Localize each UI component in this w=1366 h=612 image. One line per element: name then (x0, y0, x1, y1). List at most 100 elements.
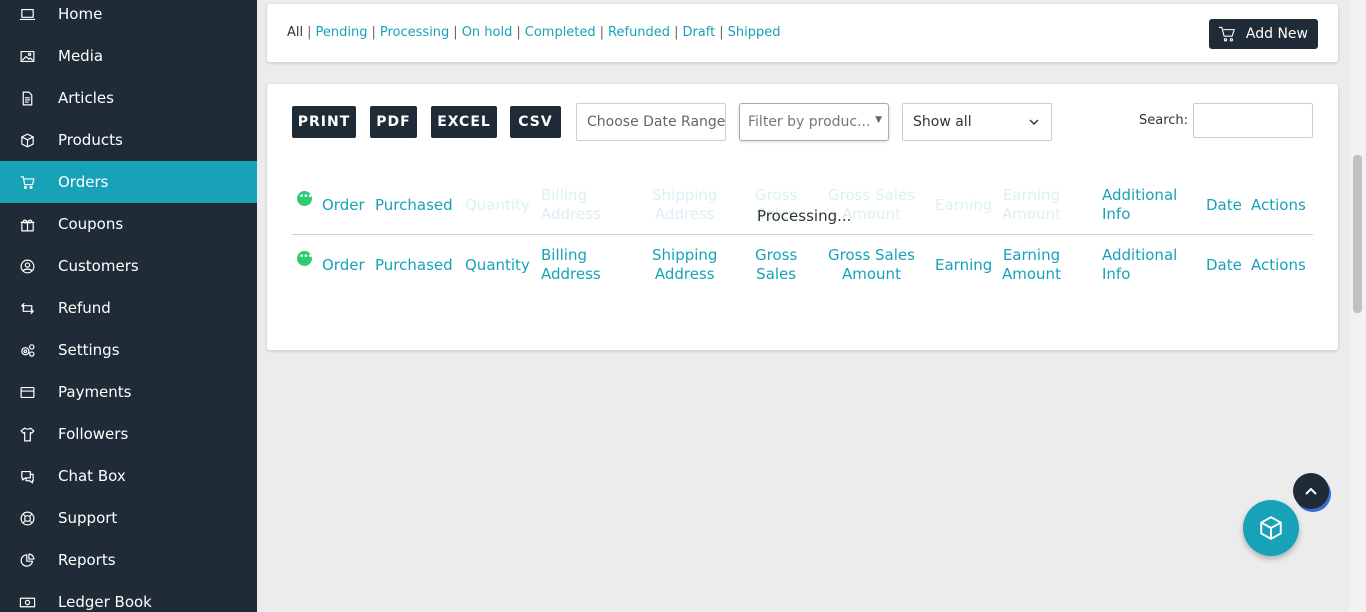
header-text: Billing (541, 246, 587, 264)
sidebar-item-support[interactable]: Support (0, 497, 257, 539)
separator: | (516, 25, 521, 40)
sidebar-item-media[interactable]: Media (0, 35, 257, 77)
show-all-select[interactable]: Show all (902, 103, 1052, 141)
status-link-pending[interactable]: Pending (316, 25, 368, 40)
sidebar-item-label: Ledger Book (58, 593, 152, 611)
header-text: Amount (1002, 205, 1061, 223)
status-filter-links: All | Pending | Processing | On hold | Completed… (287, 25, 780, 40)
column-purchased[interactable]: Purchased (375, 256, 453, 275)
column-shipping-address[interactable]: Shipping Address (652, 246, 717, 284)
search-label: Search: (1139, 113, 1189, 128)
column-earning[interactable]: Earning (935, 256, 992, 275)
column-additional-info[interactable]: Additional Info (1102, 246, 1177, 284)
scrollbar-thumb[interactable] (1353, 155, 1362, 313)
sidebar-item-customers[interactable]: Customers (0, 245, 257, 287)
sidebar-item-label: Home (58, 5, 103, 23)
column-order[interactable]: Order (322, 256, 365, 275)
header-text: Amount (842, 265, 901, 283)
header-text: Earning (1002, 186, 1061, 204)
separator: | (599, 25, 605, 40)
column-shipping-address[interactable]: Shipping Address (652, 186, 717, 224)
column-billing-address[interactable]: Billing Address (541, 246, 601, 284)
header-text: Address (654, 265, 715, 283)
product-filter-placeholder: Filter by produc... (748, 114, 871, 130)
column-actions[interactable]: Actions (1251, 196, 1306, 215)
credit-card-icon (18, 383, 36, 401)
column-gross-sales-amount[interactable]: Gross Sales Amount (828, 246, 915, 284)
sidebar-item-label: Chat Box (58, 467, 126, 485)
sidebar-item-label: Articles (58, 89, 114, 107)
column-earning-amount[interactable]: Earning Amount (1002, 186, 1061, 224)
expand-icon (297, 248, 312, 274)
date-range-input[interactable]: Choose Date Range (576, 103, 726, 141)
sidebar-item-label: Payments (58, 383, 132, 401)
status-link-processing[interactable]: Processing (380, 25, 449, 40)
cube-icon (1260, 516, 1282, 540)
sidebar-item-label: Settings (58, 341, 120, 359)
pdf-button[interactable]: PDF (370, 106, 417, 138)
column-earning[interactable]: Earning (935, 196, 992, 215)
sidebar-item-reports[interactable]: Reports (0, 539, 257, 581)
column-date[interactable]: Date (1206, 256, 1242, 275)
processing-indicator: Processing... (757, 207, 852, 225)
header-text: Sales (756, 265, 797, 283)
header-text: Gross Sales (828, 246, 915, 264)
cart-icon (18, 173, 36, 191)
column-order[interactable]: Order (322, 196, 365, 215)
sidebar-item-coupons[interactable]: Coupons (0, 203, 257, 245)
status-link-refunded[interactable]: Refunded (608, 25, 670, 40)
status-link-draft[interactable]: Draft (682, 25, 715, 40)
pie-chart-icon (18, 551, 36, 569)
sidebar-item-label: Support (58, 509, 118, 527)
column-quantity[interactable]: Quantity (465, 256, 530, 275)
column-actions[interactable]: Actions (1251, 256, 1306, 275)
header-text: Additional (1102, 186, 1178, 204)
back-to-top-button[interactable] (1293, 473, 1329, 509)
sidebar-item-followers[interactable]: Followers (0, 413, 257, 455)
add-new-label: Add New (1245, 26, 1308, 42)
separator: | (719, 25, 724, 40)
sidebar-item-refund[interactable]: Refund (0, 287, 257, 329)
column-quantity[interactable]: Quantity (465, 196, 530, 215)
print-button[interactable]: PRINT (292, 106, 356, 138)
separator: | (371, 25, 376, 40)
page-scrollbar[interactable] (1349, 0, 1366, 612)
sidebar-item-chat-box[interactable]: Chat Box (0, 455, 257, 497)
document-icon (18, 89, 36, 107)
column-gross-sales[interactable]: Gross Sales (755, 246, 797, 284)
column-date[interactable]: Date (1206, 196, 1242, 215)
header-text: Gross (755, 246, 798, 264)
add-new-button[interactable]: Add New (1209, 19, 1318, 49)
column-earning-amount[interactable]: Earning Amount (1002, 246, 1061, 284)
status-link-shipped[interactable]: Shipped (728, 25, 781, 40)
search-input[interactable] (1193, 103, 1313, 138)
status-link-all[interactable]: All (287, 25, 303, 40)
status-link-completed[interactable]: Completed (525, 25, 596, 40)
sidebar-item-settings[interactable]: Settings (0, 329, 257, 371)
header-text: Additional (1102, 246, 1178, 264)
column-additional-info[interactable]: Additional Info (1102, 186, 1177, 224)
user-circle-icon (18, 257, 36, 275)
shirt-icon (18, 425, 36, 443)
sidebar-item-label: Orders (58, 173, 109, 191)
table-header-divider (292, 234, 1313, 235)
column-billing-address[interactable]: Billing Address (541, 186, 601, 224)
cube-icon (18, 131, 36, 149)
sidebar-item-articles[interactable]: Articles (0, 77, 257, 119)
excel-button[interactable]: EXCEL (431, 106, 497, 138)
csv-button[interactable]: CSV (510, 106, 561, 138)
floating-cube-button[interactable] (1243, 500, 1299, 556)
sidebar-item-ledger-book[interactable]: Ledger Book (0, 581, 257, 612)
column-purchased[interactable]: Purchased (375, 196, 453, 215)
sidebar-item-payments[interactable]: Payments (0, 371, 257, 413)
product-filter-select[interactable]: Filter by produc... ▼ (739, 103, 889, 141)
sidebar-item-label: Media (58, 47, 104, 65)
caret-down-icon: ▼ (875, 115, 882, 125)
header-text: Info (1102, 205, 1131, 223)
image-icon (18, 47, 36, 65)
sidebar-item-products[interactable]: Products (0, 119, 257, 161)
header-text: Shipping (652, 246, 718, 264)
sidebar-item-orders[interactable]: Orders (0, 161, 257, 203)
sidebar-item-home[interactable]: Home (0, 0, 257, 35)
status-link-on-hold[interactable]: On hold (462, 25, 513, 40)
